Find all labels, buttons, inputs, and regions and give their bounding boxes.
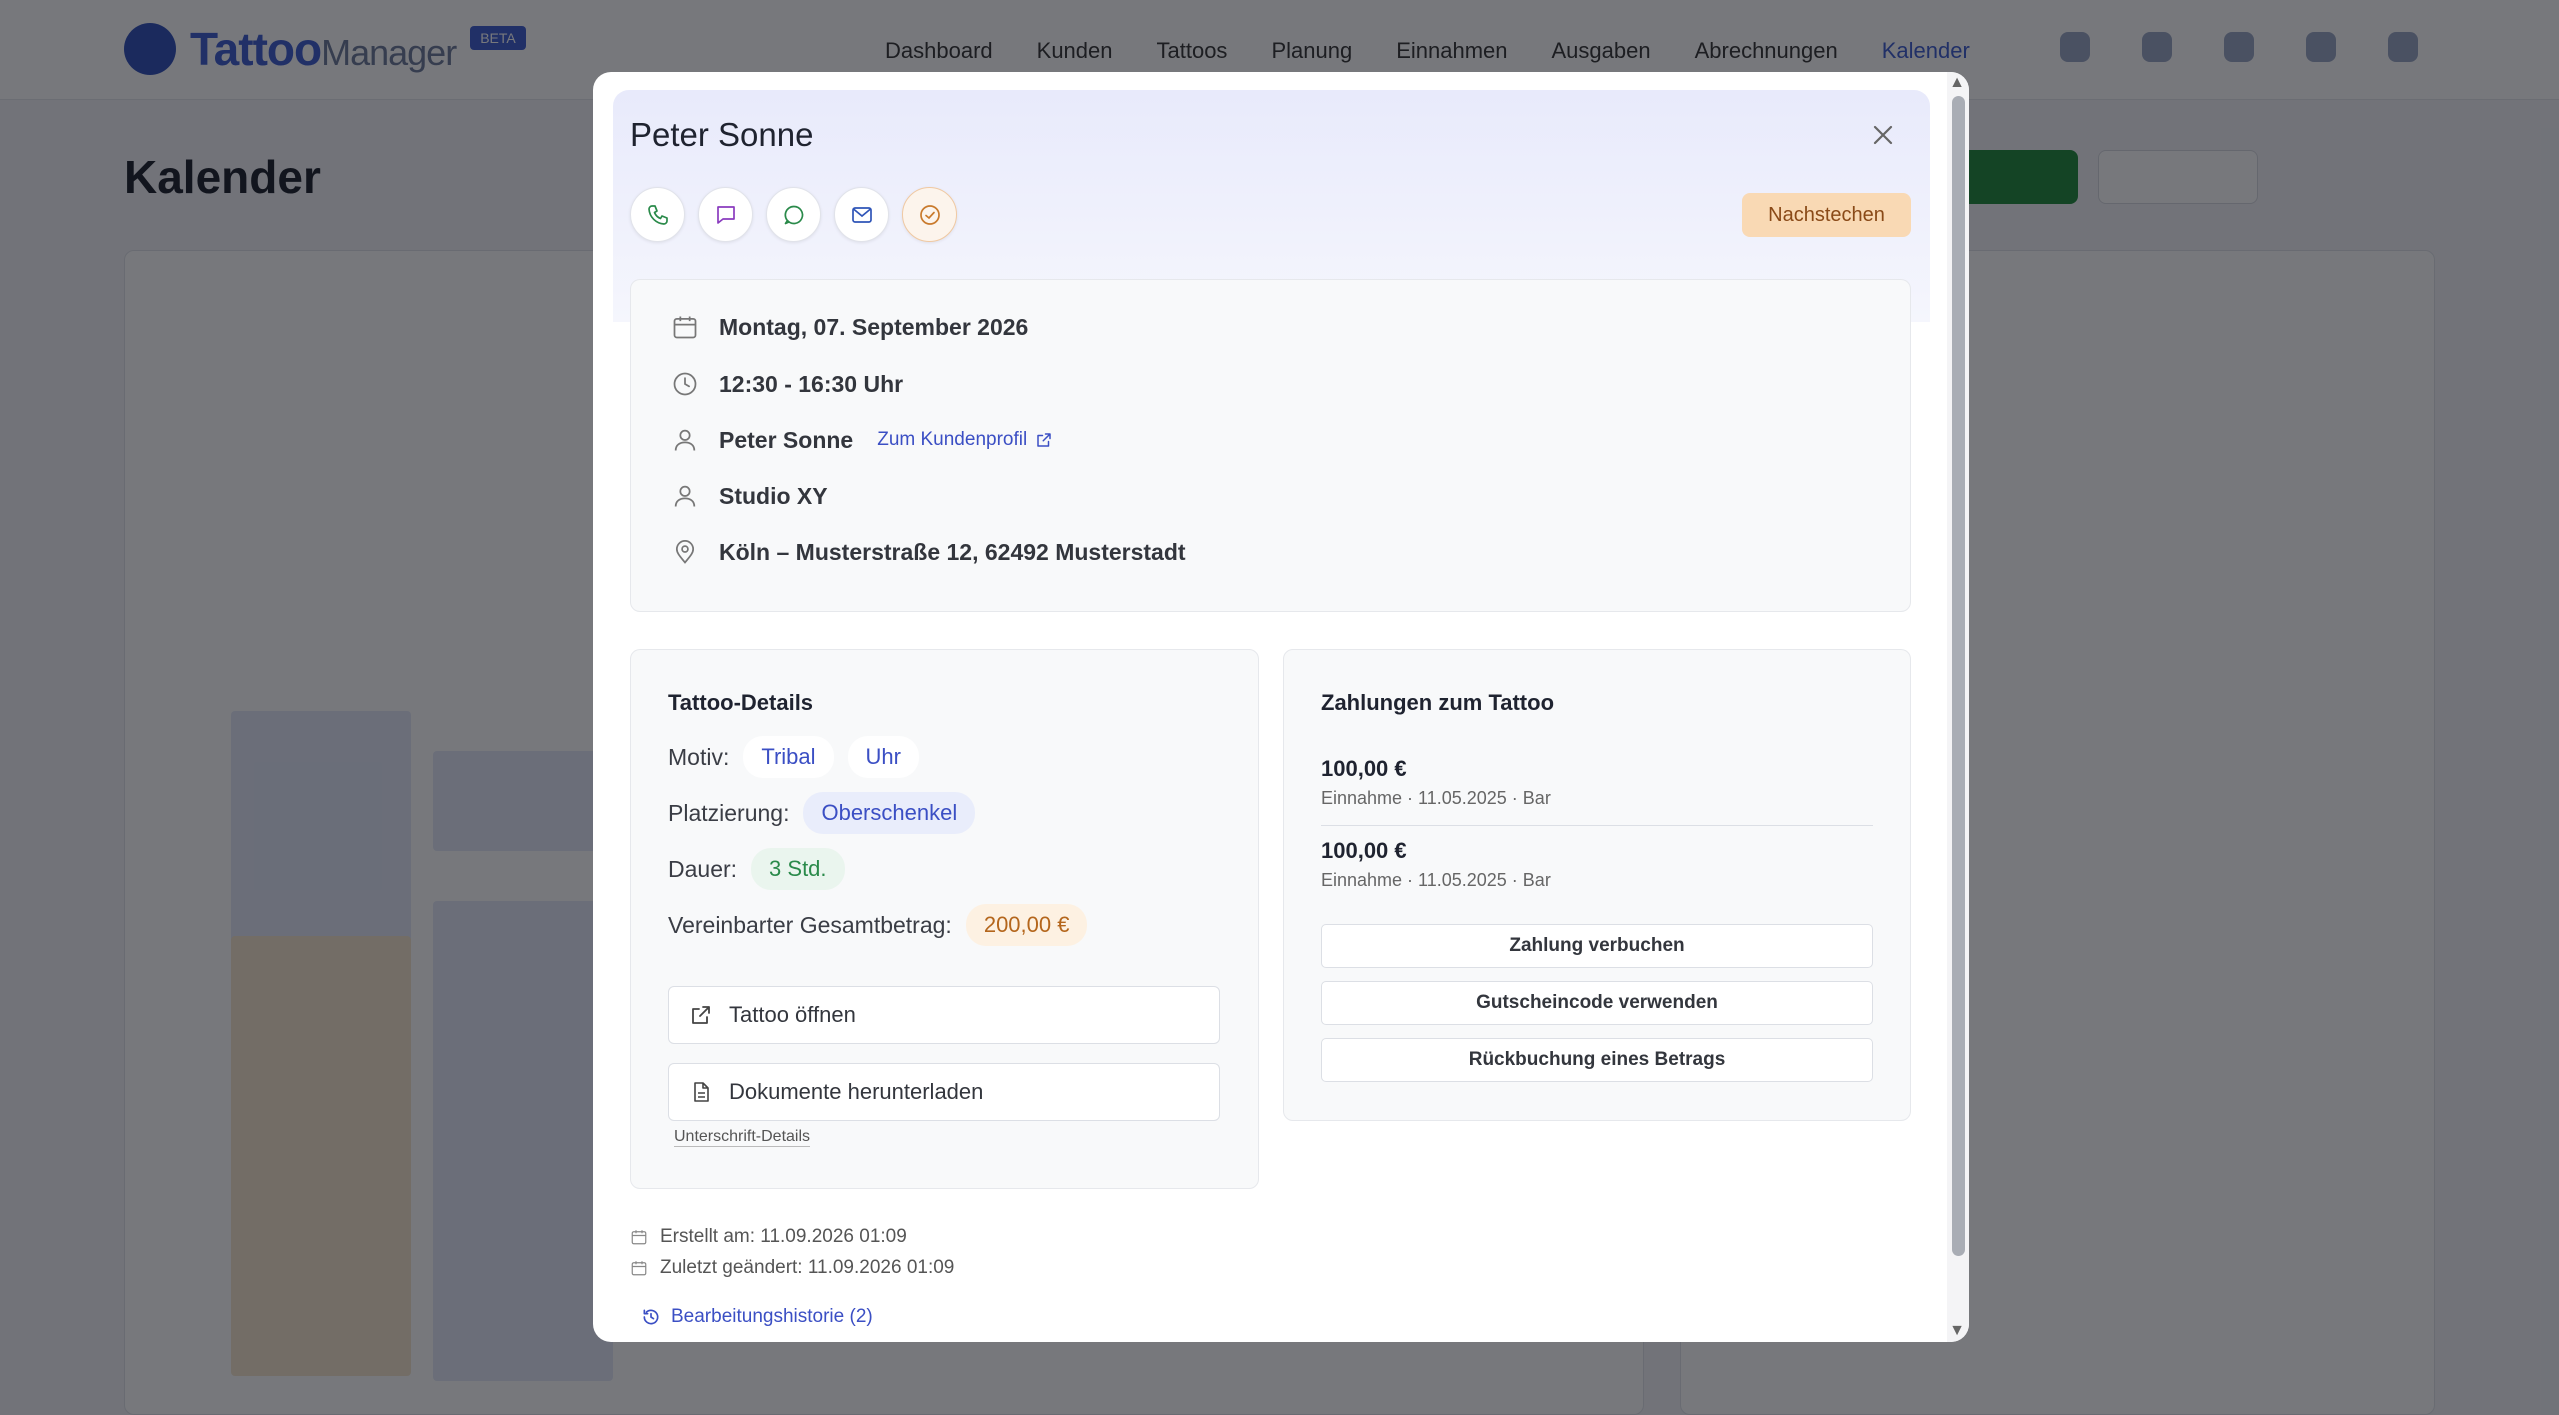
motiv-row: Motiv: Tribal Uhr (668, 736, 919, 778)
map-pin-icon (675, 540, 695, 564)
location-row: Köln – Musterstraße 12, 62492 Musterstad… (671, 538, 1186, 566)
use-voucher-button[interactable]: Gutscheincode verwenden (1321, 981, 1873, 1025)
mail-icon (851, 206, 872, 223)
payment-item: 100,00 € Einnahme · 11.05.2025 · Bar (1321, 838, 1873, 891)
appointment-time: 12:30 - 16:30 Uhr (719, 370, 904, 397)
refund-button[interactable]: Rückbuchung eines Betrags (1321, 1038, 1873, 1082)
motiv-label: Motiv: (668, 743, 730, 770)
modified-row: Zuletzt geändert: 11.09.2026 01:09 (630, 1257, 954, 1279)
whatsapp-button[interactable] (766, 187, 821, 242)
status-check-button[interactable] (902, 187, 957, 242)
message-square-icon (716, 205, 735, 224)
calendar-icon (631, 1261, 647, 1276)
created-row: Erstellt am: 11.09.2026 01:09 (630, 1226, 907, 1248)
contact-actions (630, 187, 957, 242)
tattoo-details-card: Tattoo-Details Motiv: Tribal Uhr Platzie… (630, 649, 1259, 1189)
date-row: Montag, 07. September 2026 (671, 313, 1028, 341)
open-tattoo-label: Tattoo öffnen (729, 1002, 856, 1027)
message-circle-icon (784, 205, 803, 224)
payment-amount: 100,00 € (1321, 756, 1407, 781)
edit-history-link[interactable]: Bearbeitungshistorie (2) (641, 1306, 873, 1328)
profile-link-label: Zum Kundenprofil (877, 429, 1028, 450)
history-icon (643, 1309, 659, 1325)
open-tattoo-button[interactable]: Tattoo öffnen (668, 986, 1220, 1044)
scroll-down-arrow-icon[interactable]: ▼ (1949, 1322, 1965, 1340)
modal-scrollbar[interactable]: ▲ ▼ (1947, 72, 1969, 1342)
created-timestamp: Erstellt am: 11.09.2026 01:09 (660, 1226, 907, 1247)
clock-icon (673, 372, 697, 396)
customer-name: Peter Sonne (719, 426, 854, 453)
calendar-icon (631, 1230, 647, 1245)
customer-row: Peter Sonne Zum Kundenprofil (671, 426, 1053, 454)
scroll-thumb[interactable] (1952, 96, 1965, 1256)
details-title: Tattoo-Details (668, 690, 814, 715)
call-button[interactable] (630, 187, 685, 242)
appointment-date: Montag, 07. September 2026 (719, 313, 1029, 340)
placement-row: Platzierung: Oberschenkel (668, 792, 976, 834)
duration-label: Dauer: (668, 855, 738, 882)
check-circle-icon (919, 204, 940, 225)
payments-card: Zahlungen zum Tattoo 100,00 € Einnahme ·… (1283, 649, 1911, 1121)
book-payment-button[interactable]: Zahlung verbuchen (1321, 924, 1873, 968)
payment-item: 100,00 € Einnahme · 11.05.2025 · Bar (1321, 756, 1873, 809)
modal-title: Peter Sonne (630, 116, 814, 153)
payments-title: Zahlungen zum Tattoo (1321, 690, 1555, 715)
placement-chip: Oberschenkel (803, 792, 976, 834)
payment-amount: 100,00 € (1321, 838, 1407, 863)
download-documents-label: Dokumente herunterladen (729, 1079, 984, 1104)
placement-label: Platzierung: (668, 799, 790, 826)
studio-name: Studio XY (719, 482, 828, 509)
total-label: Vereinbarter Gesamtbetrag: (668, 911, 952, 938)
time-row: 12:30 - 16:30 Uhr (671, 370, 903, 398)
studio-row: Studio XY (671, 482, 828, 510)
payment-meta: Einnahme · 11.05.2025 · Bar (1321, 870, 1551, 890)
status-badge: Nachstechen (1742, 193, 1911, 237)
customer-profile-link[interactable]: Zum Kundenprofil (877, 429, 1053, 451)
file-text-icon (694, 1082, 709, 1102)
sms-button[interactable] (698, 187, 753, 242)
user-icon (674, 429, 696, 451)
phone-icon (647, 204, 668, 225)
edit-history-label: Bearbeitungshistorie (2) (671, 1306, 873, 1327)
close-icon (1873, 125, 1893, 145)
payment-divider (1321, 825, 1873, 826)
location-address: Köln – Musterstraße 12, 62492 Musterstad… (719, 538, 1186, 565)
total-row: Vereinbarter Gesamtbetrag: 200,00 € (668, 904, 1088, 946)
appointment-info-card: Montag, 07. September 2026 12:30 - 16:30… (630, 279, 1911, 612)
duration-row: Dauer: 3 Std. (668, 848, 845, 890)
duration-chip: 3 Std. (751, 848, 845, 890)
scroll-up-arrow-icon[interactable]: ▲ (1949, 74, 1965, 92)
external-link-icon (1037, 433, 1051, 447)
external-link-icon (692, 1006, 710, 1024)
payment-meta: Einnahme · 11.05.2025 · Bar (1321, 788, 1551, 808)
user-icon (674, 485, 696, 507)
download-documents-button[interactable]: Dokumente herunterladen (668, 1063, 1220, 1121)
motiv-chip: Tribal (743, 736, 834, 778)
email-button[interactable] (834, 187, 889, 242)
calendar-icon (673, 316, 697, 339)
signature-details-link[interactable]: Unterschrift-Details (674, 1128, 811, 1147)
motiv-chip: Uhr (847, 736, 919, 778)
close-button[interactable] (1863, 115, 1903, 155)
modified-timestamp: Zuletzt geändert: 11.09.2026 01:09 (660, 1257, 955, 1278)
total-chip: 200,00 € (965, 904, 1088, 946)
